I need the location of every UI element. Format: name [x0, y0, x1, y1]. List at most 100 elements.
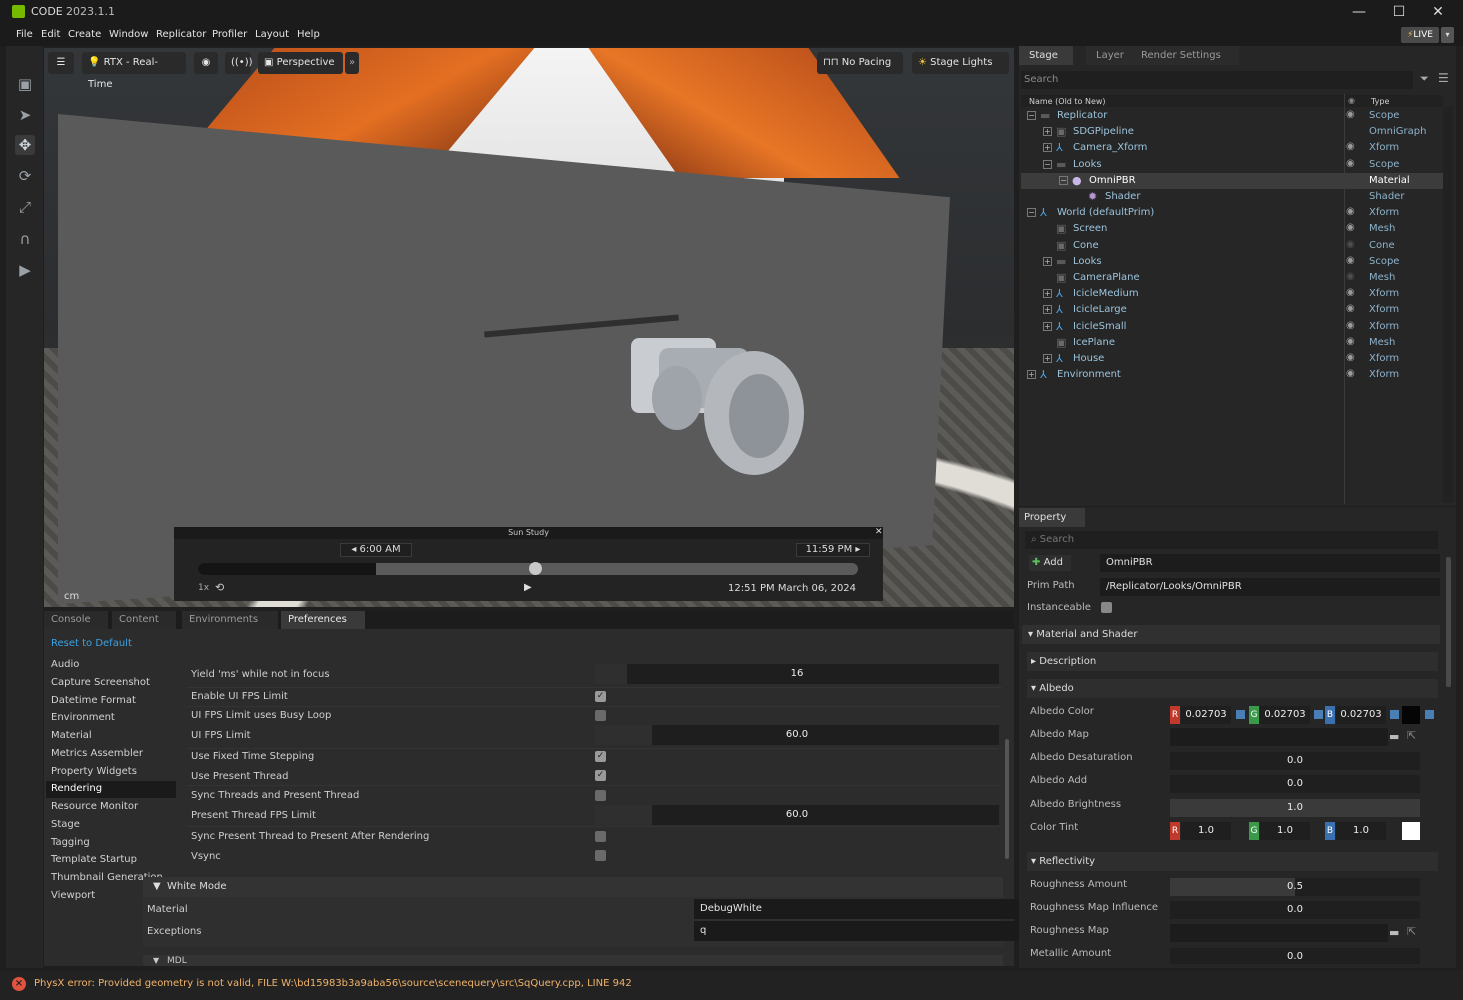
- reset-to-default-link[interactable]: Reset to Default: [51, 638, 132, 649]
- menu-window[interactable]: Window: [109, 29, 148, 40]
- visibility-eye-icon[interactable]: ◉: [1346, 158, 1355, 169]
- material-shader-section[interactable]: ▾ Material and Shader: [1022, 625, 1440, 644]
- sun-study-timeline[interactable]: [198, 563, 858, 575]
- maximize-icon[interactable]: ☐: [1384, 2, 1414, 22]
- reflectivity-section[interactable]: ▾ Reflectivity: [1027, 852, 1438, 871]
- sync-present-checkbox[interactable]: [595, 831, 606, 842]
- collapse-icon[interactable]: −: [1059, 175, 1068, 185]
- pacing-button[interactable]: ⊓⊓ No Pacing: [817, 52, 903, 74]
- menu-help[interactable]: Help: [297, 29, 320, 40]
- description-section[interactable]: ▸ Description: [1027, 652, 1438, 671]
- add-button[interactable]: ✚ Add: [1029, 555, 1071, 571]
- live-button[interactable]: ⚡LIVE: [1401, 27, 1439, 43]
- camera-button[interactable]: ▣ Perspective: [258, 52, 343, 74]
- white-mode-header[interactable]: White Mode: [167, 881, 227, 892]
- render-mode-button[interactable]: 💡 RTX - Real-Time: [82, 52, 186, 90]
- visibility-column-eye-icon[interactable]: ◉: [1348, 96, 1355, 105]
- present-fps-limit-slider[interactable]: 60.0: [595, 805, 999, 825]
- property-scrollbar[interactable]: [1446, 557, 1451, 687]
- collapse-triangle-icon[interactable]: ▼: [153, 956, 159, 965]
- expand-icon[interactable]: +: [1043, 305, 1052, 315]
- enable-ui-fps-limit-checkbox[interactable]: ✓: [595, 691, 606, 702]
- stage-tree-row[interactable]: − ▬ Replicator ◉ Scope: [1021, 108, 1443, 124]
- category-material[interactable]: Material: [51, 730, 92, 741]
- visibility-eye-icon[interactable]: ◉: [1346, 141, 1355, 152]
- expand-icon[interactable]: +: [1043, 354, 1052, 363]
- stage-tree-row[interactable]: + ⅄ IcicleLarge ◉ Xform: [1021, 302, 1443, 318]
- stage-tree-row[interactable]: − ⅄ World (defaultPrim) ◉ Xform: [1021, 205, 1443, 221]
- select-mode-icon[interactable]: ▣: [15, 74, 35, 94]
- category-rendering[interactable]: Rendering: [51, 783, 102, 794]
- stage-tree-row[interactable]: + ⅄ IcicleMedium ◉ Xform: [1021, 286, 1443, 302]
- column-type[interactable]: Type: [1371, 97, 1389, 106]
- link-icon[interactable]: [1390, 710, 1399, 719]
- menu-profiler[interactable]: Profiler: [212, 29, 247, 40]
- snap-magnet-icon[interactable]: ∩: [15, 229, 35, 249]
- play-icon[interactable]: ▶: [15, 260, 35, 280]
- tab-environments[interactable]: Environments: [182, 611, 278, 629]
- tab-property[interactable]: Property: [1019, 508, 1085, 527]
- category-capture-screenshot[interactable]: Capture Screenshot: [51, 677, 150, 688]
- category-audio[interactable]: Audio: [51, 659, 79, 670]
- tab-stage[interactable]: Stage: [1019, 46, 1073, 65]
- albedo-color-swatch[interactable]: [1402, 706, 1420, 724]
- scale-icon[interactable]: ⤢: [15, 197, 35, 217]
- viewport[interactable]: ☰ 💡 RTX - Real-Time ◉ ((•)) ▣ Perspectiv…: [44, 48, 1014, 607]
- visibility-eye-icon[interactable]: ◉: [1346, 336, 1355, 347]
- albedo-desaturation-field[interactable]: 0.0: [1170, 752, 1420, 770]
- collapse-icon[interactable]: −: [1027, 111, 1036, 120]
- prim-path-field[interactable]: /Replicator/Looks/OmniPBR: [1100, 578, 1440, 596]
- tab-render-settings[interactable]: Render Settings: [1131, 46, 1239, 65]
- albedo-brightness-field[interactable]: 1.0: [1170, 799, 1420, 817]
- albedo-section[interactable]: ▾ Albedo: [1027, 679, 1438, 698]
- present-thread-checkbox[interactable]: ✓: [595, 770, 606, 781]
- stage-lights-button[interactable]: ☀ Stage Lights: [912, 52, 1009, 74]
- menu-edit[interactable]: Edit: [41, 29, 60, 40]
- viewport-settings-icon[interactable]: ☰: [48, 52, 74, 74]
- roughness-map-field[interactable]: [1170, 924, 1388, 942]
- albedo-add-field[interactable]: 0.0: [1170, 775, 1420, 793]
- end-time-field[interactable]: 11:59 PM ▸: [796, 543, 870, 557]
- albedo-map-field[interactable]: [1170, 728, 1388, 746]
- visibility-eye-icon[interactable]: ◉: [1346, 239, 1355, 250]
- color-tint-swatch[interactable]: [1402, 822, 1420, 840]
- metallic-amount-field[interactable]: 0.0: [1170, 948, 1420, 964]
- visibility-eye-icon[interactable]: ◉: [1346, 352, 1355, 363]
- roughness-influence-field[interactable]: 0.0: [1170, 901, 1420, 919]
- visibility-eye-icon[interactable]: ◉: [1346, 222, 1355, 233]
- tint-g-field[interactable]: 1.0: [1260, 822, 1310, 840]
- folder-icon[interactable]: ▬: [1389, 926, 1399, 939]
- expand-icon[interactable]: +: [1043, 321, 1052, 331]
- stage-tree-row[interactable]: ▣ Cone ◉ Cone: [1021, 238, 1443, 254]
- category-datetime-format[interactable]: Datetime Format: [51, 695, 136, 706]
- move-icon[interactable]: ✥: [15, 135, 35, 155]
- folder-icon[interactable]: ▬: [1389, 730, 1399, 743]
- albedo-g-field[interactable]: 0.02703: [1260, 706, 1310, 724]
- tint-b-field[interactable]: 1.0: [1336, 822, 1386, 840]
- tab-console[interactable]: Console: [44, 611, 108, 629]
- category-tagging[interactable]: Tagging: [51, 837, 90, 848]
- menu-file[interactable]: File: [16, 29, 33, 40]
- category-property-widgets[interactable]: Property Widgets: [51, 766, 137, 777]
- albedo-b-field[interactable]: 0.02703: [1336, 706, 1386, 724]
- expand-icon[interactable]: +: [1043, 127, 1052, 137]
- stage-tree-row[interactable]: + ⅄ Camera_Xform ◉ Xform: [1021, 140, 1443, 156]
- open-file-icon[interactable]: ⇱: [1407, 729, 1416, 742]
- visibility-eye-icon[interactable]: ◉: [194, 52, 218, 74]
- sun-study-play-icon[interactable]: ▶: [524, 582, 532, 593]
- stage-tree-row[interactable]: + ⅄ IcicleSmall ◉ Xform: [1021, 319, 1443, 335]
- stage-tree-row[interactable]: ▣ CameraPlane ◉ Mesh: [1021, 270, 1443, 286]
- instanceable-checkbox[interactable]: [1101, 602, 1112, 613]
- close-icon[interactable]: ✕: [1423, 2, 1453, 22]
- tab-content[interactable]: Content: [112, 611, 176, 629]
- yield-ms-slider[interactable]: 16: [595, 664, 999, 684]
- expand-icon[interactable]: +: [1043, 289, 1052, 299]
- visibility-eye-icon[interactable]: ◉: [1346, 368, 1355, 379]
- albedo-r-field[interactable]: 0.02703: [1181, 706, 1231, 724]
- select-arrow-icon[interactable]: ➤: [15, 105, 35, 125]
- visibility-eye-icon[interactable]: ◉: [1346, 303, 1355, 314]
- menu-create[interactable]: Create: [68, 29, 101, 40]
- category-metrics-assembler[interactable]: Metrics Assembler: [51, 748, 143, 759]
- expand-toolbar-icon[interactable]: »: [345, 52, 359, 74]
- category-template-startup[interactable]: Template Startup: [51, 854, 137, 865]
